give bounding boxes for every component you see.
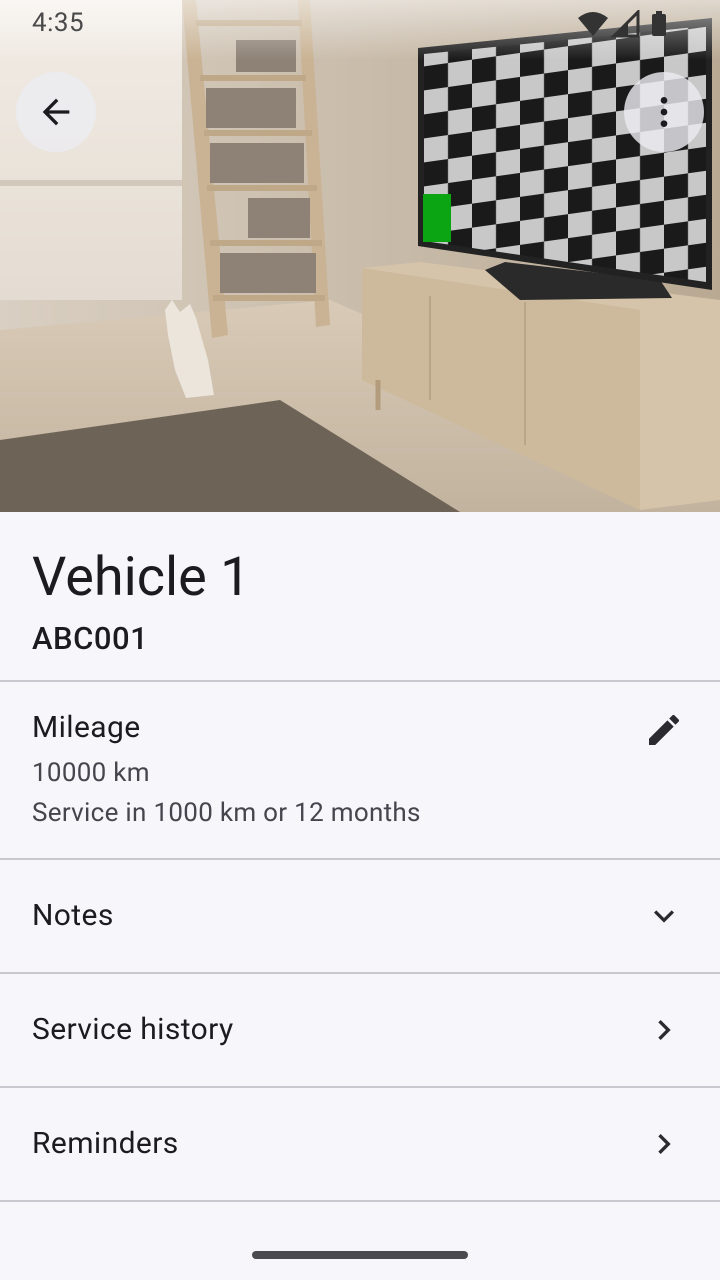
vehicle-header: Vehicle 1 ABC001 xyxy=(0,512,720,681)
mileage-value: 10000 km xyxy=(32,758,150,788)
back-button[interactable] xyxy=(16,72,96,152)
chevron-down-icon xyxy=(654,910,674,923)
chevron-right-icon xyxy=(658,1020,671,1040)
mileage-title: Mileage xyxy=(32,710,141,745)
battery-icon xyxy=(652,11,666,36)
more-options-button[interactable] xyxy=(624,72,704,152)
more-vert-icon xyxy=(660,97,668,127)
service-due-note: Service in 1000 km or 12 months xyxy=(32,798,421,828)
vehicle-hero-image xyxy=(0,0,720,512)
service-history-row[interactable]: Service history xyxy=(0,974,720,1086)
wifi-icon xyxy=(578,12,608,36)
reminders-label: Reminders xyxy=(32,1126,179,1161)
reminders-chevron xyxy=(644,1124,684,1164)
arrow-back-icon xyxy=(42,98,70,126)
vehicle-plate: ABC001 xyxy=(32,620,149,657)
service-history-label: Service history xyxy=(32,1012,234,1047)
mileage-section: Mileage 10000 km Service in 1000 km or 1… xyxy=(0,682,720,858)
edit-mileage-button[interactable] xyxy=(644,710,684,750)
home-indicator[interactable] xyxy=(252,1251,468,1259)
vehicle-detail-screen: 4:35 Vehicle 1 ABC001 Mileage 10000 km S… xyxy=(0,0,720,1280)
status-time: 4:35 xyxy=(32,8,85,38)
status-bar: 4:35 xyxy=(0,0,720,48)
vehicle-name: Vehicle 1 xyxy=(32,546,251,609)
notes-label: Notes xyxy=(32,898,114,933)
signal-icon xyxy=(610,8,640,38)
reminders-row[interactable]: Reminders xyxy=(0,1088,720,1200)
service-history-chevron xyxy=(644,1010,684,1050)
divider xyxy=(0,1200,720,1202)
pencil-icon xyxy=(649,714,680,745)
status-icons xyxy=(578,8,670,38)
notes-row[interactable]: Notes xyxy=(0,860,720,972)
chevron-right-icon xyxy=(658,1134,671,1154)
expand-notes-button[interactable] xyxy=(644,896,684,936)
